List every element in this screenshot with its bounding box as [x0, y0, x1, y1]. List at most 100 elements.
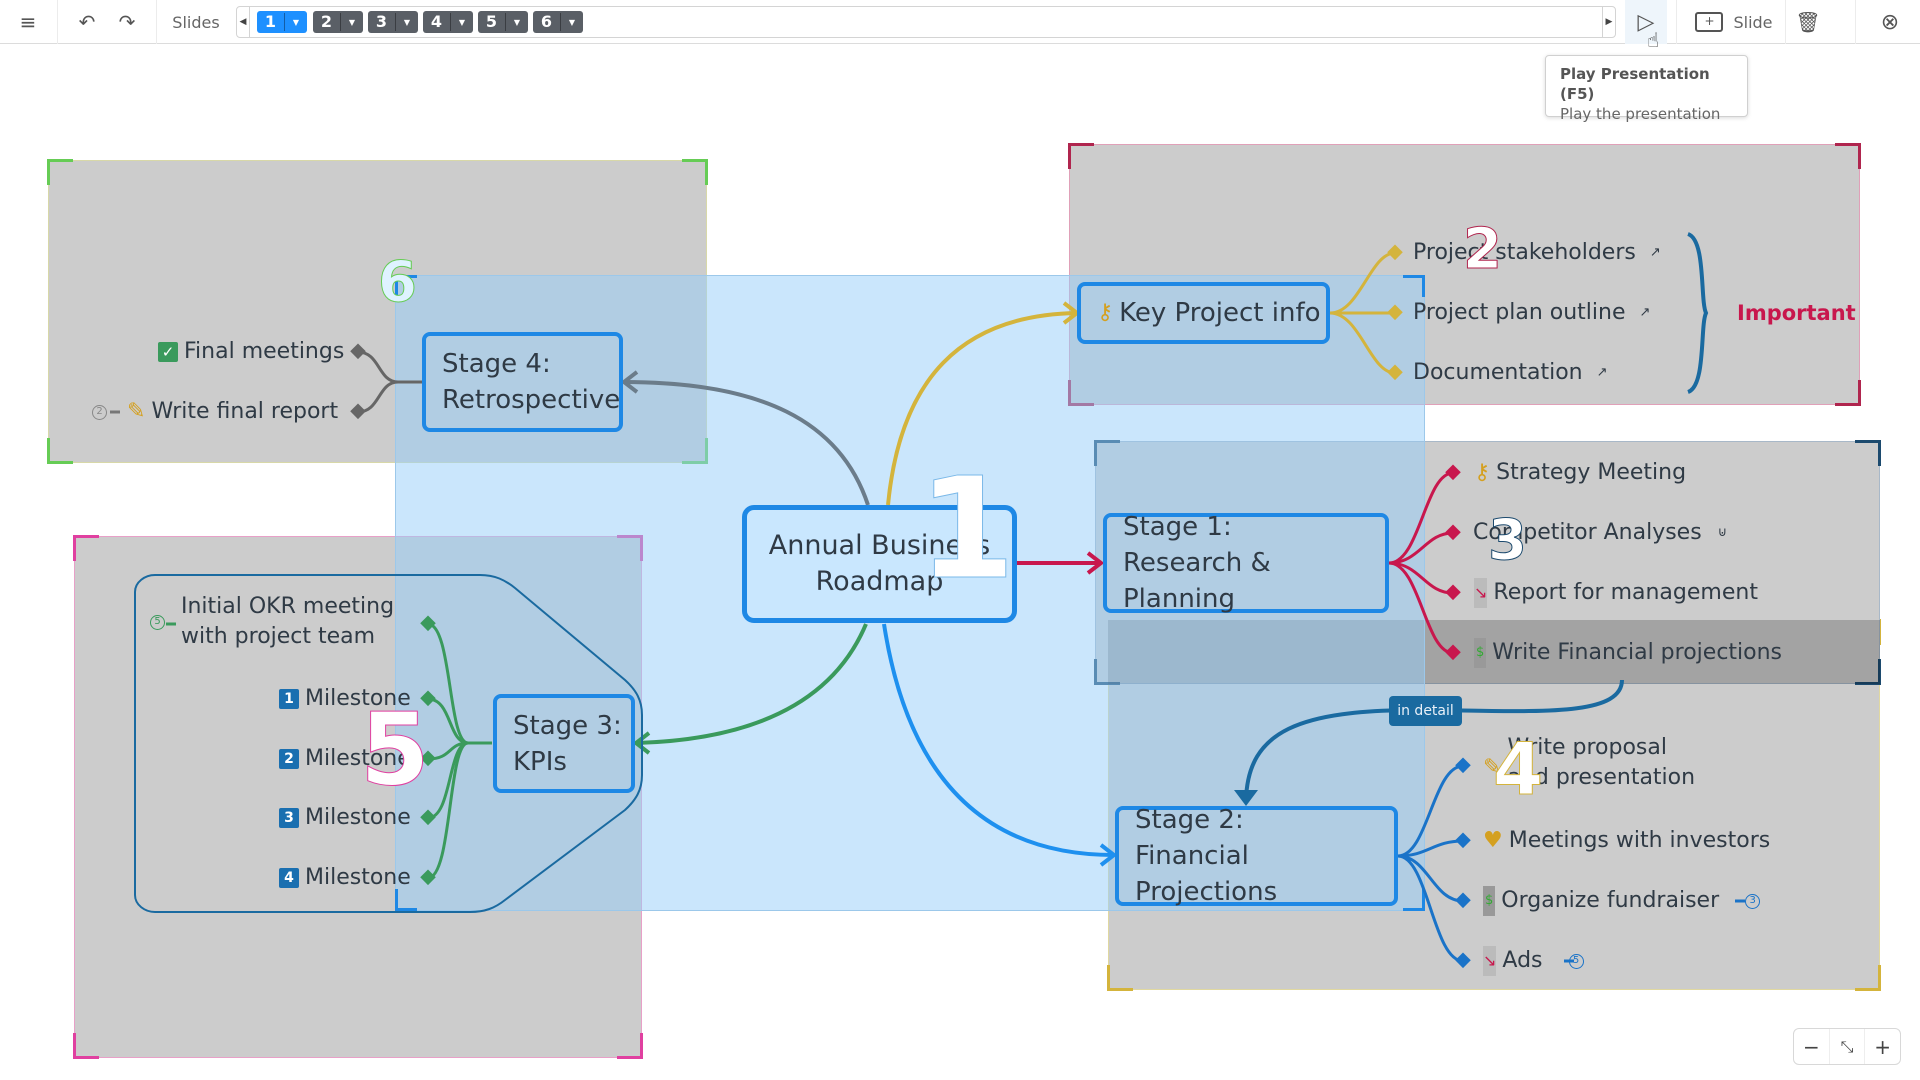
toolbar-divider — [156, 0, 157, 44]
subtopic-write-final-report[interactable]: 2 ✎ Write final report — [92, 397, 338, 427]
redo-button[interactable]: ↷ — [110, 0, 144, 44]
chart-down-icon: ↘ — [1483, 946, 1497, 976]
frame-corner — [47, 159, 73, 185]
callout-important[interactable]: Important — [1737, 298, 1856, 328]
collapse-icon: ⤡ — [1840, 1036, 1854, 1056]
play-presentation-button[interactable]: ▷ — [1625, 0, 1667, 44]
slide-chip-5[interactable]: 5 ▼ — [478, 11, 528, 33]
undo-button[interactable]: ↶ — [70, 0, 104, 44]
subtopic-label: Organize fundraiser — [1501, 888, 1720, 913]
money-icon: $ — [1483, 886, 1496, 916]
subtopic-initial-okr-meeting[interactable]: 5 Initial OKR meeting with project team — [150, 592, 394, 652]
topic-stage2[interactable]: Stage 2: Financial Projections — [1115, 805, 1398, 907]
frame-corner — [47, 438, 73, 464]
external-link-icon[interactable]: ↗ — [1640, 298, 1651, 328]
subtopic-milestone-4[interactable]: 4 Milestone — [279, 863, 411, 893]
topic-label: Research & Planning — [1123, 548, 1271, 614]
fit-to-screen-button[interactable]: ⤡ — [1830, 1029, 1866, 1064]
topic-label: Stage 3: — [513, 710, 622, 741]
slides-scroll-right[interactable]: ▶ — [1602, 7, 1615, 37]
chevron-down-icon[interactable]: ▼ — [396, 18, 418, 27]
subtopic-write-financial-projections[interactable]: $ Write Financial projections — [1474, 638, 1782, 668]
chart-down-icon: ↘ — [1474, 578, 1488, 608]
subtopic-final-meetings[interactable]: ✓ Final meetings — [158, 337, 344, 367]
subtopic-ads[interactable]: ↘ Ads 5 — [1483, 946, 1584, 976]
toolbar-divider — [57, 0, 58, 44]
toolbar-divider — [1855, 0, 1856, 44]
subtopic-label: Final meetings — [184, 339, 345, 364]
add-slide-button[interactable]: + Slide — [1688, 0, 1780, 44]
subtopic-project-stakeholders[interactable]: Project stakeholders ↗ — [1413, 238, 1661, 268]
subtopic-label: Project plan outline — [1413, 300, 1626, 325]
redo-icon: ↷ — [118, 10, 136, 34]
zoom-out-button[interactable]: − — [1794, 1029, 1830, 1064]
zoom-in-button[interactable]: + — [1865, 1029, 1900, 1064]
subtopic-label: Ads — [1502, 948, 1543, 973]
subtopic-label: Meetings with investors — [1508, 828, 1771, 853]
topic-stage1[interactable]: Stage 1: Research & Planning — [1103, 512, 1389, 614]
menu-button[interactable]: ≡ — [10, 0, 46, 44]
close-button[interactable]: ⊗ — [1872, 0, 1908, 44]
tooltip-description: Play the presentation — [1560, 105, 1721, 123]
chevron-down-icon[interactable]: ▼ — [341, 18, 363, 27]
subtopic-organize-fundraiser[interactable]: $ Organize fundraiser 3 — [1483, 886, 1761, 916]
external-link-icon[interactable]: ↗ — [1597, 358, 1608, 388]
delete-button[interactable]: 🗑︎ — [1790, 0, 1826, 44]
subtopic-report-for-management[interactable]: ↘ Report for management — [1474, 578, 1758, 608]
subtopic-meetings-with-investors[interactable]: ♥ Meetings with investors — [1483, 826, 1770, 856]
subtopic-strategy-meeting[interactable]: ⚷ Strategy Meeting — [1474, 458, 1686, 488]
collapsed-count-badge[interactable]: 5 — [150, 614, 165, 630]
collapsed-count-badge[interactable]: 5 — [1568, 953, 1584, 969]
slide-chip-2[interactable]: 2 ▼ — [313, 11, 363, 33]
collapsed-count-badge[interactable]: 2 — [92, 404, 107, 420]
slide-chip-4[interactable]: 4 ▼ — [423, 11, 473, 33]
slides-strip[interactable]: ◀ 1 ▼ 2 ▼ 3 ▼ 4 ▼ 5 ▼ 6 ▼ ▶ — [236, 6, 1616, 38]
slide-number-2: 2 — [1463, 217, 1503, 282]
close-circle-icon: ⊗ — [1880, 9, 1900, 35]
subtopic-label: Initial OKR meeting — [181, 594, 395, 619]
subtopic-label: Project stakeholders — [1413, 240, 1636, 265]
relation-label-text: in detail — [1397, 703, 1454, 719]
subtopic-label: Milestone — [305, 865, 411, 890]
subtopic-label: Strategy Meeting — [1496, 460, 1687, 485]
relation-label[interactable]: in detail — [1389, 696, 1462, 726]
hamburger-icon: ≡ — [19, 10, 37, 34]
chevron-down-icon[interactable]: ▼ — [506, 18, 528, 27]
undo-icon: ↶ — [78, 10, 96, 34]
slide-chip-1[interactable]: 1 ▼ — [257, 11, 307, 33]
topic-key-project-info[interactable]: ⚷ Key Project info — [1077, 282, 1330, 344]
subtopic-project-plan-outline[interactable]: Project plan outline ↗ — [1413, 298, 1650, 328]
subtopic-label: Report for management — [1493, 580, 1758, 605]
subtopic-label: with project team — [181, 624, 376, 649]
priority-4-icon: 4 — [279, 868, 299, 888]
frame-corner — [1107, 965, 1133, 991]
chevron-down-icon[interactable]: ▼ — [451, 18, 473, 27]
collapsed-count-badge[interactable]: 3 — [1745, 893, 1761, 909]
paperclip-icon[interactable]: ⊍ — [1718, 518, 1728, 548]
slide-chip-6[interactable]: 6 ▼ — [533, 11, 583, 33]
callout-label: Important — [1737, 301, 1856, 325]
topic-stage4[interactable]: Stage 4: Retrospective — [422, 332, 623, 432]
topic-stage3[interactable]: Stage 3: KPIs — [493, 694, 635, 793]
tooltip: Play Presentation (F5) Play the presenta… — [1545, 55, 1748, 123]
pencil-icon: ✎ — [127, 399, 146, 424]
chevron-down-icon[interactable]: ▼ — [561, 18, 583, 27]
frame-corner — [1855, 440, 1881, 466]
slide-chip-number: 6 — [533, 13, 561, 31]
frame-corner — [617, 1033, 643, 1059]
chevron-down-icon[interactable]: ▼ — [285, 18, 307, 27]
frame-corner — [1403, 889, 1425, 911]
topic-label: Retrospective — [442, 385, 621, 415]
toolbar: ≡ ↶ ↷ Slides ◀ 1 ▼ 2 ▼ 3 ▼ 4 ▼ 5 ▼ 6 ▼ ▶ ▷ — [0, 0, 1920, 44]
subtopic-documentation[interactable]: Documentation ↗ — [1413, 358, 1608, 388]
slides-scroll-left[interactable]: ◀ — [237, 7, 250, 37]
frame-corner — [1835, 143, 1861, 169]
slide-chip-3[interactable]: 3 ▼ — [368, 11, 418, 33]
key-icon: ⚷ — [1474, 460, 1491, 485]
external-link-icon[interactable]: ↗ — [1650, 238, 1661, 268]
trash-icon: 🗑︎ — [1795, 10, 1821, 34]
slide-chip-number: 4 — [423, 13, 451, 31]
add-slide-icon: + — [1695, 12, 1724, 32]
slide-chip-number: 2 — [313, 13, 341, 31]
frame-corner — [1855, 965, 1881, 991]
